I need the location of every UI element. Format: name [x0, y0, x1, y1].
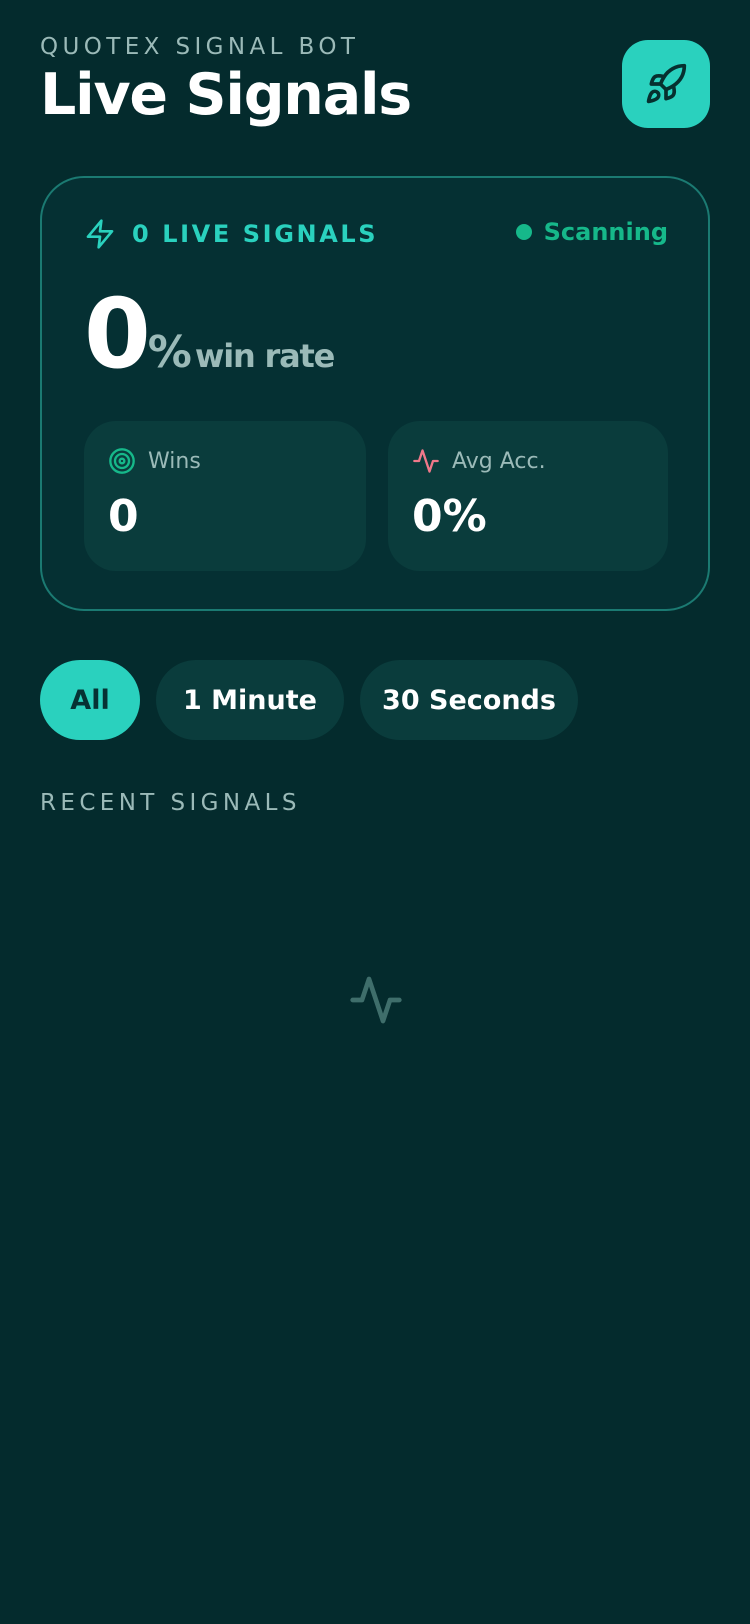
win-rate-value: 0 [84, 278, 151, 390]
app-subtitle: QUOTEX SIGNAL BOT [40, 34, 360, 60]
live-signals-label: 0 LIVE SIGNALS [132, 220, 379, 248]
avg-accuracy-label: Avg Acc. [452, 448, 546, 474]
status-text: Scanning [543, 218, 668, 246]
wins-card: Wins 0 [84, 421, 366, 571]
activity-icon [413, 449, 439, 473]
timeframe-filters: All 1 Minute 30 Seconds [40, 660, 594, 740]
live-signals-screen: QUOTEX SIGNAL BOT Live Signals 0 LIVE SI… [0, 0, 750, 1624]
filter-all[interactable]: All [40, 660, 140, 740]
rocket-icon [646, 63, 687, 104]
empty-state-activity-icon [350, 976, 402, 1024]
wins-value: 0 [108, 491, 139, 542]
status-indicator: Scanning [515, 218, 668, 246]
wins-header: Wins [108, 447, 201, 475]
lightning-icon [86, 219, 114, 249]
avg-accuracy-card: Avg Acc. 0% [388, 421, 668, 571]
stats-card: 0 LIVE SIGNALS Scanning 0 % win rate Win… [40, 176, 710, 611]
page-title: Live Signals [40, 62, 412, 128]
status-dot [515, 224, 532, 240]
rocket-button[interactable] [622, 40, 710, 128]
header: QUOTEX SIGNAL BOT Live Signals [40, 34, 412, 128]
live-signals-count: 0 LIVE SIGNALS [84, 218, 378, 250]
win-rate-label: win rate [194, 337, 335, 375]
win-rate: 0 % win rate [84, 278, 335, 390]
recent-signals-title: RECENT SIGNALS [40, 790, 301, 816]
wins-label: Wins [148, 448, 201, 474]
avg-accuracy-header: Avg Acc. [412, 447, 546, 475]
filter-30-seconds[interactable]: 30 Seconds [360, 660, 578, 740]
avg-accuracy-value: 0% [412, 491, 487, 542]
filter-1-minute[interactable]: 1 Minute [156, 660, 344, 740]
target-icon [109, 448, 135, 474]
win-rate-unit: % [147, 327, 192, 378]
